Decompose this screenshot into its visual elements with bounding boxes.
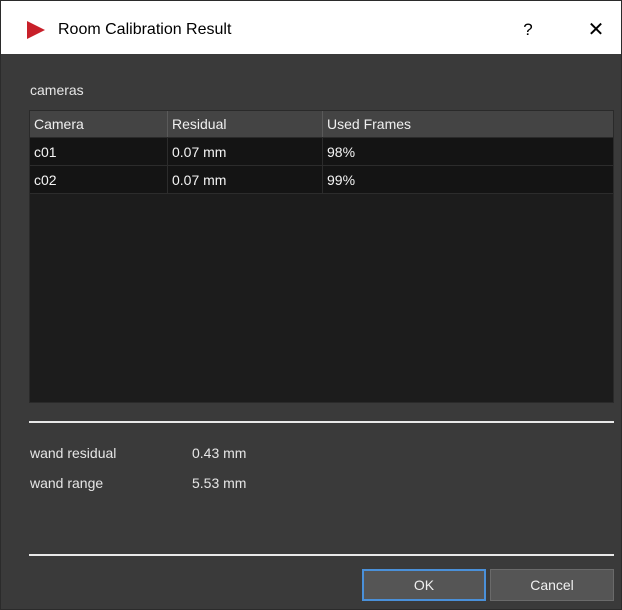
column-header-used-frames[interactable]: Used Frames — [323, 111, 613, 137]
title-bar: Room Calibration Result ? ✕ — [1, 1, 621, 54]
cell-camera: c02 — [30, 166, 168, 194]
calibration-dialog: Room Calibration Result ? ✕ cameras Came… — [0, 0, 622, 610]
ok-button[interactable]: OK — [362, 569, 486, 601]
wand-range-value: 5.53 mm — [192, 475, 247, 491]
cancel-button[interactable]: Cancel — [490, 569, 614, 601]
help-button[interactable]: ? — [513, 16, 543, 44]
cameras-section-label: cameras — [30, 82, 84, 98]
cell-used-frames: 98% — [327, 144, 356, 160]
table-row[interactable]: c01 0.07 mm 98% — [30, 138, 613, 166]
app-logo-icon — [27, 21, 45, 39]
table-row[interactable]: c02 0.07 mm 99% — [30, 166, 613, 194]
column-header-camera[interactable]: Camera — [30, 111, 168, 137]
cell-used-frames: 99% — [327, 172, 356, 188]
table-header: Camera Residual Used Frames — [30, 111, 613, 138]
divider-bottom — [29, 554, 614, 556]
wand-residual-label: wand residual — [30, 445, 117, 461]
close-button[interactable]: ✕ — [581, 16, 611, 44]
wand-residual-value: 0.43 mm — [192, 445, 247, 461]
wand-range-label: wand range — [30, 475, 104, 491]
cell-residual: 0.07 mm — [168, 166, 323, 194]
divider-top — [29, 421, 614, 423]
column-header-residual[interactable]: Residual — [168, 111, 323, 137]
cell-camera: c01 — [30, 138, 168, 166]
cell-residual: 0.07 mm — [168, 138, 323, 166]
cameras-table[interactable]: Camera Residual Used Frames c01 0.07 mm … — [29, 110, 614, 403]
window-title: Room Calibration Result — [58, 21, 232, 38]
